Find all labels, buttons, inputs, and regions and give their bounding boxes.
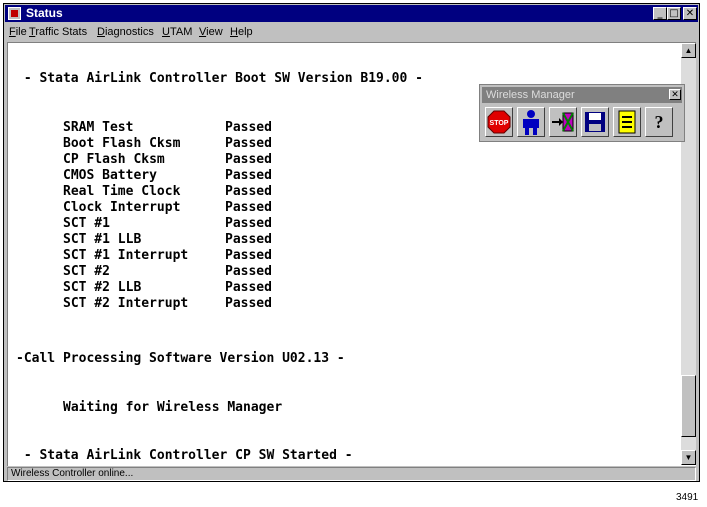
save-button[interactable] [581, 107, 609, 137]
status-bar: Wireless Controller online... [7, 467, 696, 481]
test-name: Boot Flash Cksm [63, 136, 181, 151]
test-result: Passed [225, 120, 272, 135]
scroll-down-button[interactable]: ▼ [681, 450, 696, 465]
help-icon: ? [655, 112, 664, 132]
cp-version-line: -Call Processing Software Version U02.13… [16, 351, 345, 366]
menu-bar: File Traffic Stats Diagnostics UTAM View… [5, 23, 698, 41]
test-name: SCT #2 LLB [63, 280, 142, 295]
test-name: SRAM Test [63, 120, 134, 135]
window-title: Status [26, 6, 63, 20]
maximize-button[interactable]: □ [667, 7, 681, 20]
menu-traffic-stats[interactable]: Traffic Stats [29, 26, 87, 38]
test-result: Passed [225, 136, 272, 151]
scroll-up-button[interactable]: ▲ [681, 43, 696, 58]
user-button[interactable] [517, 107, 545, 137]
login-icon [552, 112, 574, 132]
wireless-manager-title: Wireless Manager [486, 89, 575, 101]
figure-number: 3491 [676, 492, 699, 503]
menu-diagnostics[interactable]: Diagnostics [97, 26, 154, 38]
stop-label: STOP [490, 120, 509, 127]
close-button[interactable]: ✕ [683, 7, 697, 20]
login-button[interactable] [549, 107, 577, 137]
minimize-button[interactable]: _ [653, 7, 667, 20]
app-icon[interactable] [8, 7, 21, 20]
help-label: ? [655, 112, 664, 132]
save-icon [585, 112, 605, 132]
test-result: Passed [225, 200, 272, 215]
test-name: Real Time Clock [63, 184, 181, 199]
test-result: Passed [225, 232, 272, 247]
test-result: Passed [225, 168, 272, 183]
menu-utam[interactable]: UTAM [162, 26, 192, 38]
wireless-manager-title-bar[interactable]: Wireless Manager [482, 87, 682, 103]
menu-view[interactable]: View [199, 26, 223, 38]
test-name: CP Flash Cksm [63, 152, 165, 167]
test-result: Passed [225, 216, 272, 231]
test-result: Passed [225, 248, 272, 263]
title-bar[interactable]: Status _ □ ✕ [5, 5, 698, 22]
test-name: SCT #2 [63, 264, 110, 279]
menu-help[interactable]: Help [230, 26, 253, 38]
stop-button[interactable]: STOP [485, 107, 513, 137]
menu-file[interactable]: File [9, 26, 27, 38]
stop-icon: STOP [487, 110, 511, 134]
test-result: Passed [225, 296, 272, 311]
scroll-thumb[interactable] [681, 375, 696, 437]
user-icon [523, 110, 539, 135]
test-name: SCT #1 Interrupt [63, 248, 189, 263]
test-result: Passed [225, 184, 272, 199]
waiting-line: Waiting for Wireless Manager [63, 400, 283, 415]
test-result: Passed [225, 152, 272, 167]
test-name: CMOS Battery [63, 168, 157, 183]
test-name: Clock Interrupt [63, 200, 181, 215]
wireless-manager-close-button[interactable]: ✕ [669, 89, 681, 100]
test-name: SCT #1 LLB [63, 232, 142, 247]
status-window: Status _ □ ✕ File Traffic Stats Diagnost… [3, 3, 700, 482]
test-name: SCT #2 Interrupt [63, 296, 189, 311]
boot-header-line: - Stata AirLink Controller Boot SW Versi… [16, 71, 423, 86]
test-result: Passed [225, 264, 272, 279]
help-button[interactable]: ? [645, 107, 673, 137]
notes-icon [618, 110, 636, 134]
test-result: Passed [225, 280, 272, 295]
wireless-manager-toolbar: Wireless Manager ✕ STOP ? [479, 84, 685, 142]
test-name: SCT #1 [63, 216, 110, 231]
notes-button[interactable] [613, 107, 641, 137]
cp-started-line: - Stata AirLink Controller CP SW Started… [16, 448, 353, 463]
